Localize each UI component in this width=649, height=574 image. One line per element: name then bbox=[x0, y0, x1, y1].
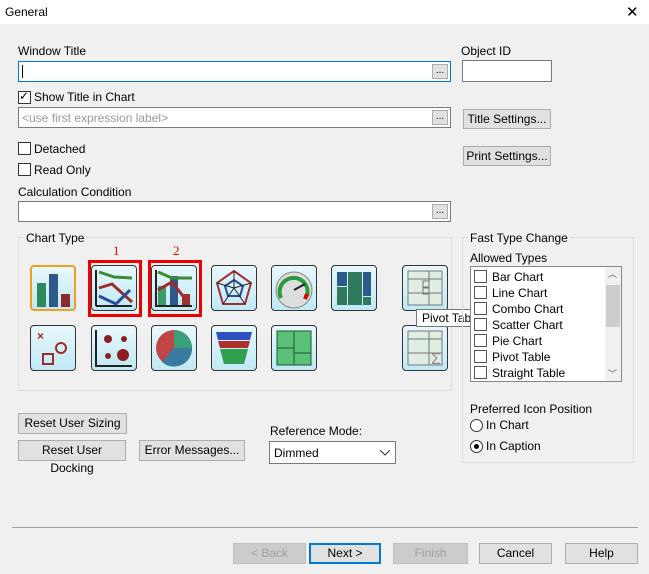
svg-text:Σ: Σ bbox=[431, 351, 441, 368]
item-label: Combo Chart bbox=[492, 302, 564, 316]
window-title-input[interactable]: ... bbox=[18, 61, 451, 82]
annotation-1: 1 bbox=[113, 243, 120, 258]
combo-chart-icon[interactable] bbox=[151, 265, 197, 311]
allowed-types-list[interactable]: Bar Chart Line Chart Combo Chart Scatter… bbox=[470, 266, 622, 382]
list-item[interactable]: Scatter Chart bbox=[474, 317, 563, 333]
reference-mode-value: Dimmed bbox=[274, 446, 319, 460]
fast-type-label: Fast Type Change bbox=[468, 231, 570, 245]
checkbox[interactable] bbox=[474, 302, 487, 315]
radar-chart-icon[interactable] bbox=[211, 265, 257, 311]
title-settings-button[interactable]: Title Settings... bbox=[463, 109, 551, 129]
scroll-up-icon[interactable]: ︿ bbox=[608, 267, 617, 280]
funnel-chart-icon[interactable] bbox=[211, 325, 257, 371]
show-title-checkbox[interactable]: ✓ bbox=[18, 89, 31, 104]
cancel-button[interactable]: Cancel bbox=[479, 543, 552, 564]
scroll-down-icon[interactable]: ﹀ bbox=[608, 367, 617, 380]
close-icon[interactable]: ✕ bbox=[626, 3, 639, 21]
reset-user-docking-button[interactable]: Reset User Docking bbox=[18, 440, 126, 475]
list-item[interactable]: Pivot Table bbox=[474, 349, 550, 365]
error-messages-button[interactable]: Error Messages... bbox=[139, 440, 245, 461]
svg-text:×: × bbox=[37, 329, 44, 343]
window-title: General bbox=[5, 5, 48, 19]
bar-chart-icon[interactable] bbox=[30, 265, 76, 311]
checkbox[interactable] bbox=[474, 350, 487, 363]
chevron-down-icon bbox=[380, 450, 390, 456]
detached-label: Detached bbox=[34, 142, 86, 156]
title-expression-placeholder: <use first expression label> bbox=[22, 111, 169, 125]
gauge-chart-icon[interactable] bbox=[271, 265, 317, 311]
title-expression-input[interactable]: <use first expression label> ... bbox=[18, 107, 451, 128]
checkbox[interactable] bbox=[474, 334, 487, 347]
straight-table-icon[interactable]: Σ bbox=[402, 325, 448, 371]
item-label: Pie Chart bbox=[492, 334, 543, 348]
grid-chart-icon[interactable] bbox=[91, 325, 137, 371]
pivot-table-icon[interactable] bbox=[402, 265, 448, 311]
scatter-chart-icon[interactable]: × bbox=[30, 325, 76, 371]
title-expression-browse-button[interactable]: ... bbox=[432, 110, 448, 125]
window-title-browse-button[interactable]: ... bbox=[432, 64, 448, 79]
scrollbar-thumb[interactable] bbox=[606, 285, 620, 327]
list-item[interactable]: Line Chart bbox=[474, 285, 547, 301]
in-chart-radio[interactable] bbox=[470, 419, 483, 432]
in-caption-label: In Caption bbox=[486, 439, 541, 453]
calc-condition-browse-button[interactable]: ... bbox=[432, 204, 448, 219]
read-only-checkbox[interactable] bbox=[18, 163, 31, 176]
calc-condition-input[interactable]: ... bbox=[18, 201, 451, 222]
help-button[interactable]: Help bbox=[565, 543, 638, 564]
item-label: Line Chart bbox=[492, 286, 548, 300]
mekko-chart-icon[interactable] bbox=[331, 265, 377, 311]
back-button[interactable]: < Back bbox=[233, 543, 306, 564]
in-chart-label: In Chart bbox=[486, 418, 529, 432]
allowed-types-label: Allowed Types bbox=[470, 251, 548, 265]
object-id-input[interactable] bbox=[462, 60, 552, 82]
list-item[interactable]: Pie Chart bbox=[474, 333, 542, 349]
annotation-2: 2 bbox=[173, 243, 180, 258]
list-item[interactable]: Combo Chart bbox=[474, 301, 563, 317]
item-label: Bar Chart bbox=[492, 270, 544, 284]
next-button[interactable]: Next > bbox=[309, 543, 381, 564]
item-label: Pivot Table bbox=[492, 350, 551, 364]
item-label: Scatter Chart bbox=[492, 318, 563, 332]
finish-button[interactable]: Finish bbox=[393, 543, 468, 564]
text-cursor bbox=[22, 65, 23, 78]
reset-user-sizing-button[interactable]: Reset User Sizing bbox=[18, 413, 127, 434]
item-label: Straight Table bbox=[492, 366, 566, 380]
read-only-label: Read Only bbox=[34, 163, 91, 177]
checkbox[interactable] bbox=[474, 318, 487, 331]
divider bbox=[12, 527, 638, 528]
title-bar: General ✕ bbox=[0, 0, 649, 24]
show-title-label: Show Title in Chart bbox=[34, 90, 135, 104]
checkbox[interactable] bbox=[474, 366, 487, 379]
checkbox[interactable] bbox=[474, 286, 487, 299]
window-title-label: Window Title bbox=[18, 44, 87, 58]
calc-condition-label: Calculation Condition bbox=[18, 185, 132, 199]
detached-checkbox[interactable] bbox=[18, 142, 31, 155]
print-settings-button[interactable]: Print Settings... bbox=[463, 146, 551, 166]
block-chart-icon[interactable] bbox=[271, 325, 317, 371]
list-item[interactable]: Bar Chart bbox=[474, 269, 543, 285]
reference-mode-select[interactable]: Dimmed bbox=[269, 441, 396, 464]
checkbox[interactable] bbox=[474, 270, 487, 283]
in-caption-radio[interactable] bbox=[470, 440, 483, 453]
reference-mode-label: Reference Mode: bbox=[270, 424, 363, 438]
scrollbar[interactable]: ︿ ﹀ bbox=[605, 267, 621, 381]
chart-type-label: Chart Type bbox=[24, 231, 87, 245]
pie-chart-icon[interactable] bbox=[151, 325, 197, 371]
object-id-label: Object ID bbox=[461, 44, 512, 58]
icon-position-label: Preferred Icon Position bbox=[470, 402, 593, 416]
list-item[interactable]: Straight Table bbox=[474, 365, 565, 381]
line-chart-icon[interactable] bbox=[91, 265, 137, 311]
